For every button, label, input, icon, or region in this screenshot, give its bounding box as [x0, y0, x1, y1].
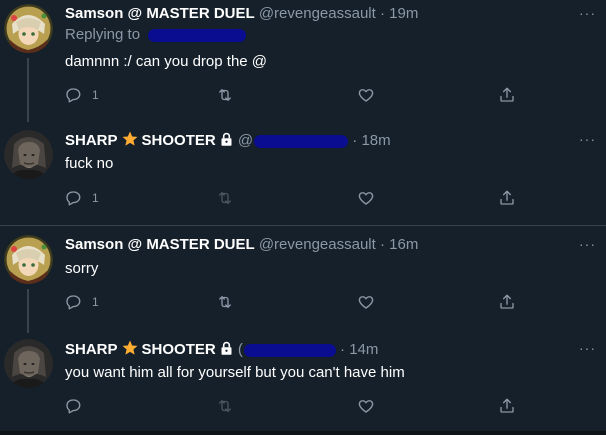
avatar-sharpshooter[interactable]: [4, 339, 53, 388]
tweet-header: Samson @ MASTER DUEL @revengeassault · 1…: [65, 235, 418, 255]
like-icon: [358, 296, 374, 309]
reply-button[interactable]: 1: [64, 85, 99, 105]
avatar-samson[interactable]: [4, 235, 53, 284]
display-name-part1: SHARP: [65, 132, 118, 149]
retweet-button[interactable]: [216, 292, 234, 312]
replying-to-label: Replying to: [65, 26, 141, 43]
tweet-text: you want him all for yourself but you ca…: [65, 364, 405, 381]
share-icon: [500, 87, 514, 102]
separator-dot: ·: [352, 132, 358, 149]
reply-icon: [66, 295, 81, 310]
retweet-button[interactable]: [216, 396, 234, 416]
star-icon: [121, 339, 139, 363]
tweet-actions: 1: [64, 85, 534, 105]
tweet-text: sorry: [65, 260, 99, 277]
reply-count: 1: [92, 191, 99, 205]
handle-prefix: @: [237, 132, 254, 149]
separator-dot: ·: [340, 341, 346, 358]
reply-count: 1: [92, 295, 99, 309]
reply-icon: [66, 191, 81, 206]
tweet-text: fuck no: [65, 155, 114, 172]
redacted-handle: [243, 343, 336, 357]
share-button[interactable]: [498, 85, 516, 105]
reply-icon: [66, 88, 81, 103]
tweet-3[interactable]: Samson @ MASTER DUEL @revengeassault · 1…: [0, 235, 606, 333]
user-handle[interactable]: (: [238, 341, 336, 358]
tweet-header: SHARP SHOOTER ( · 14m: [65, 339, 378, 359]
tweet-4[interactable]: SHARP SHOOTER ( · 14m ··· you want him al…: [0, 339, 606, 429]
tweet-header: SHARP SHOOTER @ · 18m: [65, 130, 391, 150]
thread-connector-line: [27, 58, 29, 122]
more-icon[interactable]: ···: [579, 341, 596, 355]
display-name[interactable]: Samson @ MASTER DUEL: [65, 236, 255, 253]
reply-button[interactable]: 1: [64, 292, 99, 312]
star-icon: [121, 130, 139, 154]
tweet-1[interactable]: Samson @ MASTER DUEL @revengeassault · 1…: [0, 4, 606, 122]
replying-to-line: Replying to: [65, 25, 247, 45]
display-name[interactable]: Samson @ MASTER DUEL: [65, 5, 255, 22]
tweet-timestamp[interactable]: 19m: [389, 5, 418, 22]
display-name-part2: SHOOTER: [141, 132, 216, 149]
handle-prefix: (: [237, 341, 243, 358]
lock-icon: [219, 132, 234, 153]
like-button[interactable]: [357, 292, 375, 312]
retweet-button[interactable]: [216, 188, 234, 208]
like-icon: [358, 192, 374, 205]
share-icon: [500, 398, 514, 413]
share-button[interactable]: [498, 292, 516, 312]
tweet-actions: 1: [64, 292, 534, 312]
dark-portrait-avatar-image: [4, 339, 53, 388]
user-handle[interactable]: @: [237, 132, 349, 149]
lock-icon: [219, 341, 234, 362]
display-name-part2: SHOOTER: [141, 341, 216, 358]
retweet-icon: [219, 400, 231, 412]
anime-avatar-image: [4, 4, 53, 53]
reply-count: 1: [92, 88, 99, 102]
avatar-samson[interactable]: [4, 4, 53, 53]
tweet-actions: 1: [64, 188, 534, 208]
share-button[interactable]: [498, 396, 516, 416]
more-icon[interactable]: ···: [579, 6, 596, 20]
separator-dot: ·: [379, 236, 385, 253]
tweet-timestamp[interactable]: 18m: [361, 132, 390, 149]
tweet-divider: [0, 225, 606, 226]
tweet-timestamp[interactable]: 16m: [389, 236, 418, 253]
user-handle[interactable]: @revengeassault: [259, 236, 376, 253]
like-button[interactable]: [357, 85, 375, 105]
display-name[interactable]: SHARP SHOOTER: [65, 340, 234, 358]
like-icon: [358, 89, 374, 102]
more-icon[interactable]: ···: [579, 237, 596, 251]
reply-button[interactable]: [64, 396, 92, 416]
tweet-header: Samson @ MASTER DUEL @revengeassault · 1…: [65, 4, 418, 24]
tweet-timestamp[interactable]: 14m: [349, 341, 378, 358]
retweet-icon: [219, 296, 231, 308]
redacted-handle: [254, 134, 349, 148]
dark-portrait-avatar-image: [4, 130, 53, 179]
separator-dot: ·: [379, 5, 385, 22]
user-handle[interactable]: @revengeassault: [259, 5, 376, 22]
thread-connector-line: [27, 289, 29, 333]
like-icon: [358, 400, 374, 413]
share-icon: [500, 294, 514, 309]
bottom-edge-bar: [0, 431, 606, 435]
display-name[interactable]: SHARP SHOOTER: [65, 131, 234, 149]
retweet-icon: [219, 192, 231, 204]
display-name-part1: SHARP: [65, 341, 118, 358]
more-icon[interactable]: ···: [579, 132, 596, 146]
avatar-sharpshooter[interactable]: [4, 130, 53, 179]
tweet-2[interactable]: SHARP SHOOTER @ · 18m ··· fuck no 1: [0, 130, 606, 220]
tweet-text: damnnn :/ can you drop the @: [65, 53, 268, 70]
retweet-icon: [219, 89, 231, 101]
anime-avatar-image: [4, 235, 53, 284]
tweet-actions: [64, 396, 534, 416]
reply-icon: [66, 399, 81, 414]
like-button[interactable]: [357, 396, 375, 416]
share-button[interactable]: [498, 188, 516, 208]
reply-button[interactable]: 1: [64, 188, 99, 208]
retweet-button[interactable]: [216, 85, 234, 105]
redacted-handle: [148, 28, 247, 42]
share-icon: [500, 190, 514, 205]
like-button[interactable]: [357, 188, 375, 208]
